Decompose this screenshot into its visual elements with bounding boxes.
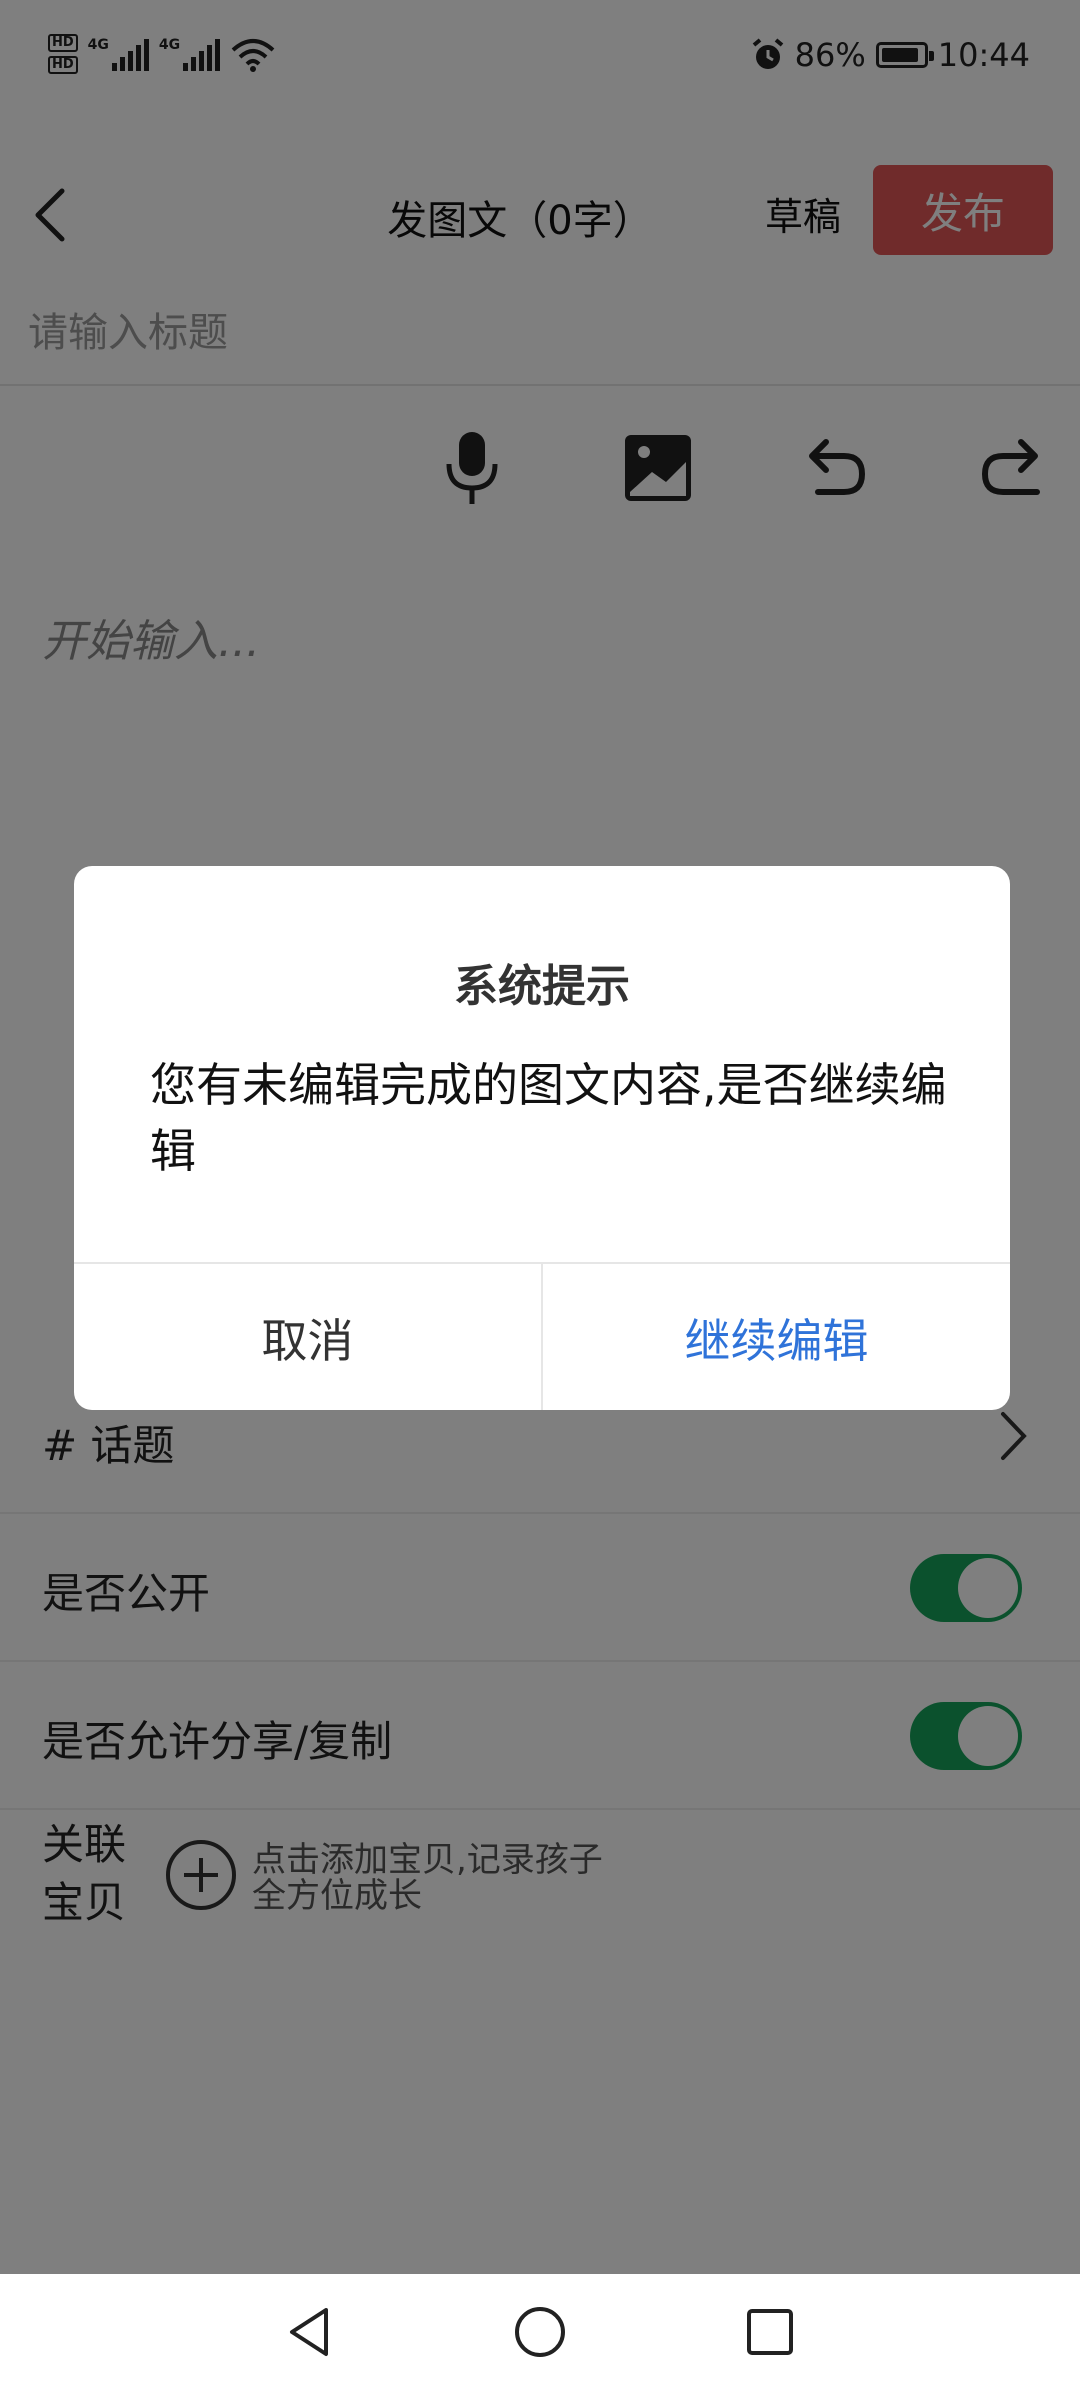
dialog-message: 您有未编辑完成的图文内容,是否继续编辑 xyxy=(150,1058,947,1178)
cancel-button[interactable]: 取消 xyxy=(74,1264,543,1410)
dialog-title: 系统提示 xyxy=(454,961,630,1012)
dialog-actions: 取消 继续编辑 xyxy=(74,1262,1010,1410)
home-circle-icon[interactable] xyxy=(510,2302,570,2362)
system-nav-bar xyxy=(0,2274,1080,2388)
recents-square-icon[interactable] xyxy=(740,2302,800,2362)
back-triangle-icon[interactable] xyxy=(280,2302,340,2362)
continue-edit-button[interactable]: 继续编辑 xyxy=(543,1264,1010,1410)
system-dialog: 系统提示 您有未编辑完成的图文内容,是否继续编辑 取消 继续编辑 xyxy=(74,866,1010,1410)
